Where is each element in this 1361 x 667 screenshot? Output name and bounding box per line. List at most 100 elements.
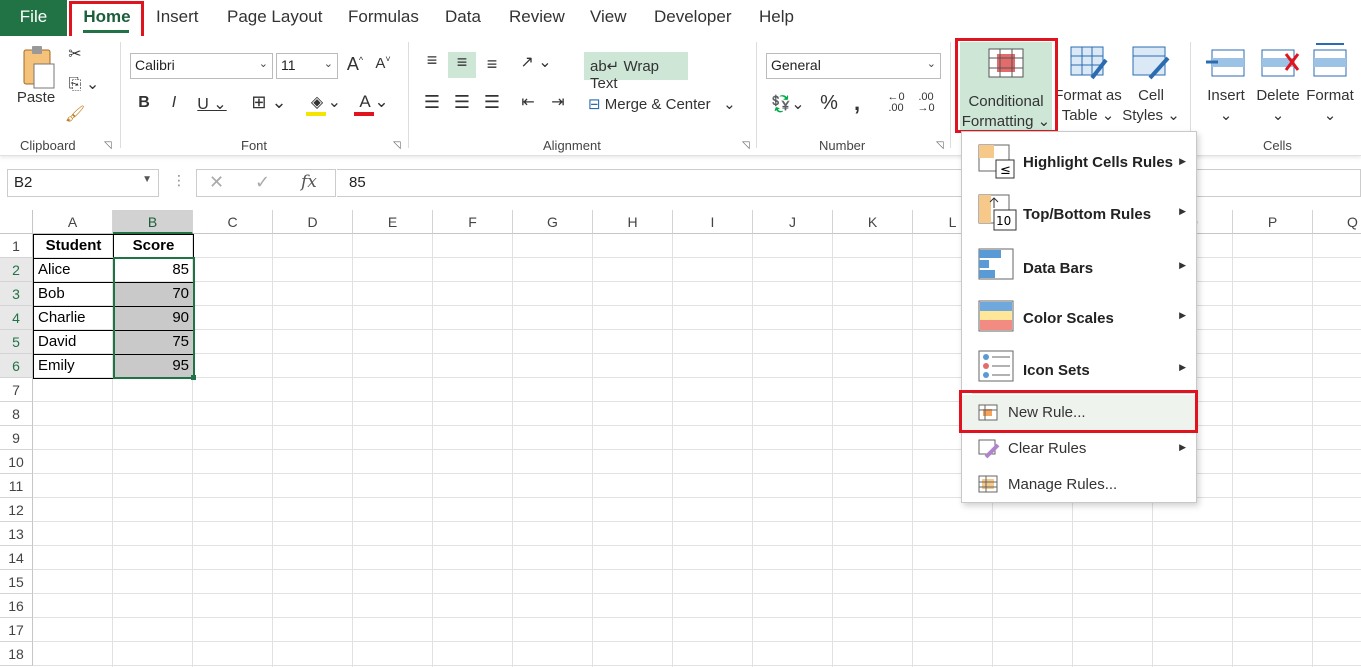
chevron-down-icon[interactable]: ⌄ — [1200, 106, 1252, 125]
delete-label[interactable]: Delete — [1252, 86, 1304, 105]
decrease-indent-icon[interactable]: ⇤ — [516, 92, 540, 112]
formula-input[interactable]: 85 — [337, 169, 1361, 197]
fill-handle[interactable] — [191, 375, 196, 380]
tab-developer[interactable]: Developer — [654, 0, 732, 36]
column-header-h[interactable]: H — [593, 210, 673, 234]
align-center-icon[interactable]: ☰ — [450, 92, 474, 113]
font-color-icon[interactable]: A ⌄ — [354, 92, 394, 112]
conditional-formatting-button[interactable]: Conditional Formatting ⌄ — [960, 42, 1052, 130]
row-header-2[interactable]: 2 — [0, 258, 33, 282]
row-header-1[interactable]: 1 — [0, 234, 33, 258]
format-as-table-icon[interactable] — [1070, 46, 1108, 80]
tab-file[interactable]: File — [0, 0, 67, 36]
format-as-table-label-1[interactable]: Format as — [1052, 86, 1124, 105]
font-launcher-icon[interactable]: ◹ — [393, 140, 401, 151]
enter-icon[interactable]: ✓ — [255, 172, 270, 193]
tab-formulas[interactable]: Formulas — [348, 0, 419, 36]
cell-a5[interactable]: David — [34, 330, 113, 354]
number-format-select[interactable]: General ⌄ — [766, 53, 941, 79]
delete-cells-icon[interactable] — [1260, 48, 1300, 78]
fill-color-icon[interactable]: ◈ ⌄ — [306, 92, 346, 112]
scissors-icon[interactable]: ✂ — [64, 44, 86, 64]
cell-styles-label-1[interactable]: Cell — [1120, 86, 1182, 105]
column-header-b[interactable]: B — [113, 210, 193, 234]
cancel-icon[interactable]: ✕ — [209, 172, 224, 193]
menu-item-new-rule[interactable]: New Rule... — [962, 395, 1196, 431]
cell-b5[interactable]: 75 — [114, 330, 193, 354]
align-top-icon[interactable]: ≡ — [420, 50, 444, 71]
column-header-p[interactable]: P — [1233, 210, 1313, 234]
column-header-j[interactable]: J — [753, 210, 833, 234]
merge-center-button[interactable]: ⊟ Merge & Center ⌄ — [588, 95, 736, 113]
row-header-5[interactable]: 5 — [0, 330, 33, 354]
format-as-table-label-2[interactable]: Table ⌄ — [1052, 106, 1124, 125]
grow-font-icon[interactable]: A^ — [344, 54, 366, 75]
row-header-7[interactable]: 7 — [0, 378, 33, 402]
menu-item-top-bottom-rules[interactable]: 10 Top/Bottom Rules ▶ — [962, 190, 1196, 238]
cell-styles-label-2[interactable]: Styles ⌄ — [1120, 106, 1182, 125]
alignment-launcher-icon[interactable]: ◹ — [742, 140, 750, 151]
number-launcher-icon[interactable]: ◹ — [936, 140, 944, 151]
insert-label[interactable]: Insert — [1200, 86, 1252, 105]
row-header-10[interactable]: 10 — [0, 450, 33, 474]
tab-review[interactable]: Review — [509, 0, 565, 36]
italic-icon[interactable]: I — [166, 94, 182, 112]
insert-cells-icon[interactable] — [1206, 48, 1246, 78]
column-header-f[interactable]: F — [433, 210, 513, 234]
row-header-14[interactable]: 14 — [0, 546, 33, 570]
format-label[interactable]: Format — [1302, 86, 1358, 105]
font-size-select[interactable]: 11 ⌄ — [276, 53, 338, 79]
cell-a4[interactable]: Charlie — [34, 306, 113, 330]
column-header-i[interactable]: I — [673, 210, 753, 234]
chevron-down-icon[interactable]: ⌄ — [1252, 106, 1304, 125]
row-header-15[interactable]: 15 — [0, 570, 33, 594]
row-header-16[interactable]: 16 — [0, 594, 33, 618]
tab-page-layout[interactable]: Page Layout — [227, 0, 322, 36]
row-header-17[interactable]: 17 — [0, 618, 33, 642]
cell-a3[interactable]: Bob — [34, 282, 113, 306]
tab-data[interactable]: Data — [445, 0, 481, 36]
select-all-corner[interactable] — [0, 210, 33, 234]
menu-item-manage-rules[interactable]: Manage Rules... — [962, 468, 1196, 502]
borders-icon[interactable]: ⊞ ⌄ — [248, 92, 290, 113]
name-box[interactable]: B2 ▼ — [7, 169, 159, 197]
menu-item-clear-rules[interactable]: Clear Rules ▶ — [962, 432, 1196, 466]
increase-decimal-icon[interactable]: ←0.00 — [884, 92, 908, 114]
menu-item-data-bars[interactable]: Data Bars ▶ — [962, 242, 1196, 290]
copy-icon[interactable]: ⎘ ⌄ — [64, 74, 104, 94]
increase-indent-icon[interactable]: ⇥ — [546, 92, 570, 112]
cell-a6[interactable]: Emily — [34, 354, 113, 378]
format-painter-icon[interactable]: 🖌 — [64, 104, 86, 124]
menu-item-color-scales[interactable]: Color Scales ▶ — [962, 294, 1196, 340]
underline-icon[interactable]: U ⌄ — [194, 94, 230, 114]
row-header-12[interactable]: 12 — [0, 498, 33, 522]
column-header-d[interactable]: D — [273, 210, 353, 234]
insert-function-icon[interactable]: fx — [301, 172, 317, 192]
column-header-a[interactable]: A — [33, 210, 113, 234]
row-header-6[interactable]: 6 — [0, 354, 33, 378]
row-header-9[interactable]: 9 — [0, 426, 33, 450]
row-header-18[interactable]: 18 — [0, 642, 33, 666]
orientation-icon[interactable]: ↗ ⌄ — [516, 52, 556, 72]
column-header-g[interactable]: G — [513, 210, 593, 234]
tab-view[interactable]: View — [590, 0, 627, 36]
shrink-font-icon[interactable]: A˅ — [372, 54, 394, 72]
cell-b1[interactable]: Score — [114, 234, 193, 258]
row-header-13[interactable]: 13 — [0, 522, 33, 546]
comma-style-icon[interactable]: , — [848, 90, 866, 116]
cell-a2[interactable]: Alice — [34, 258, 113, 282]
cell-b3[interactable]: 70 — [114, 282, 193, 306]
cell-styles-icon[interactable] — [1132, 46, 1170, 80]
row-header-4[interactable]: 4 — [0, 306, 33, 330]
cell-a1[interactable]: Student — [34, 234, 113, 258]
cell-b6[interactable]: 95 — [114, 354, 193, 378]
bold-icon[interactable]: B — [136, 94, 152, 112]
align-bottom-icon[interactable]: ≡ — [480, 54, 504, 75]
paste-label[interactable]: Paste — [14, 88, 58, 107]
column-header-k[interactable]: K — [833, 210, 913, 234]
font-name-select[interactable]: Calibri ⌄ — [130, 53, 273, 79]
cell-b2[interactable]: 85 — [114, 258, 193, 282]
menu-item-icon-sets[interactable]: Icon Sets ▶ — [962, 344, 1196, 392]
wrap-text-button[interactable]: ab↵ Wrap Text — [584, 52, 688, 92]
align-right-icon[interactable]: ☰ — [480, 92, 504, 113]
